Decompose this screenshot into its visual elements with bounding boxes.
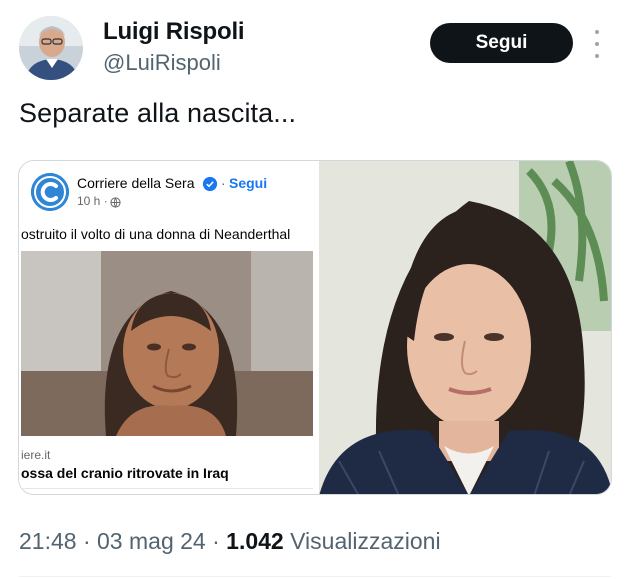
corriere-c-logo-icon	[31, 173, 69, 211]
neanderthal-reconstruction-photo	[21, 251, 313, 436]
tweet-header: Luigi Rispoli @LuiRispoli Segui	[0, 0, 630, 90]
verified-badge-icon	[203, 177, 217, 191]
post-source-name: Corriere della Sera	[77, 175, 195, 191]
separator-dot: ·	[212, 528, 220, 554]
post-time: 10 h ·	[77, 194, 108, 208]
separator-dot: ·	[82, 528, 91, 554]
author-handle[interactable]: @LuiRispoli	[103, 50, 221, 76]
author-name[interactable]: Luigi Rispoli	[103, 18, 245, 46]
views-label: Visualizzazioni	[290, 528, 441, 554]
tweet-date[interactable]: 03 mag 24	[97, 528, 206, 554]
post-caption: ostruito il volto di una donna di Neande…	[21, 226, 291, 242]
media-image-right[interactable]	[319, 161, 611, 494]
post-follow-link: Segui	[229, 175, 268, 191]
divider	[19, 576, 611, 577]
embedded-post-screenshot: Corriere della Sera · Segui 10 h · ostru…	[21, 163, 313, 491]
tweet-media[interactable]: Corriere della Sera · Segui 10 h · ostru…	[18, 160, 612, 495]
media-image-left[interactable]: Corriere della Sera · Segui 10 h · ostru…	[19, 161, 317, 494]
follow-button[interactable]: Segui	[430, 23, 573, 63]
post-separator: ·	[221, 175, 226, 191]
globe-icon	[110, 195, 121, 208]
avatar[interactable]	[19, 16, 83, 80]
post-link-headline: ossa del cranio ritrovate in Iraq	[21, 465, 229, 481]
tweet-time[interactable]: 21:48	[19, 528, 77, 554]
divider	[21, 488, 313, 489]
tweet-timestamp: 21:48 · 03 mag 24 · 1.042 Visualizzazion…	[19, 528, 441, 555]
more-vertical-icon[interactable]	[593, 30, 601, 58]
views-count: 1.042	[226, 528, 284, 554]
post-link-domain: iere.it	[21, 448, 51, 462]
tweet-text: Separate alla nascita...	[19, 98, 297, 128]
